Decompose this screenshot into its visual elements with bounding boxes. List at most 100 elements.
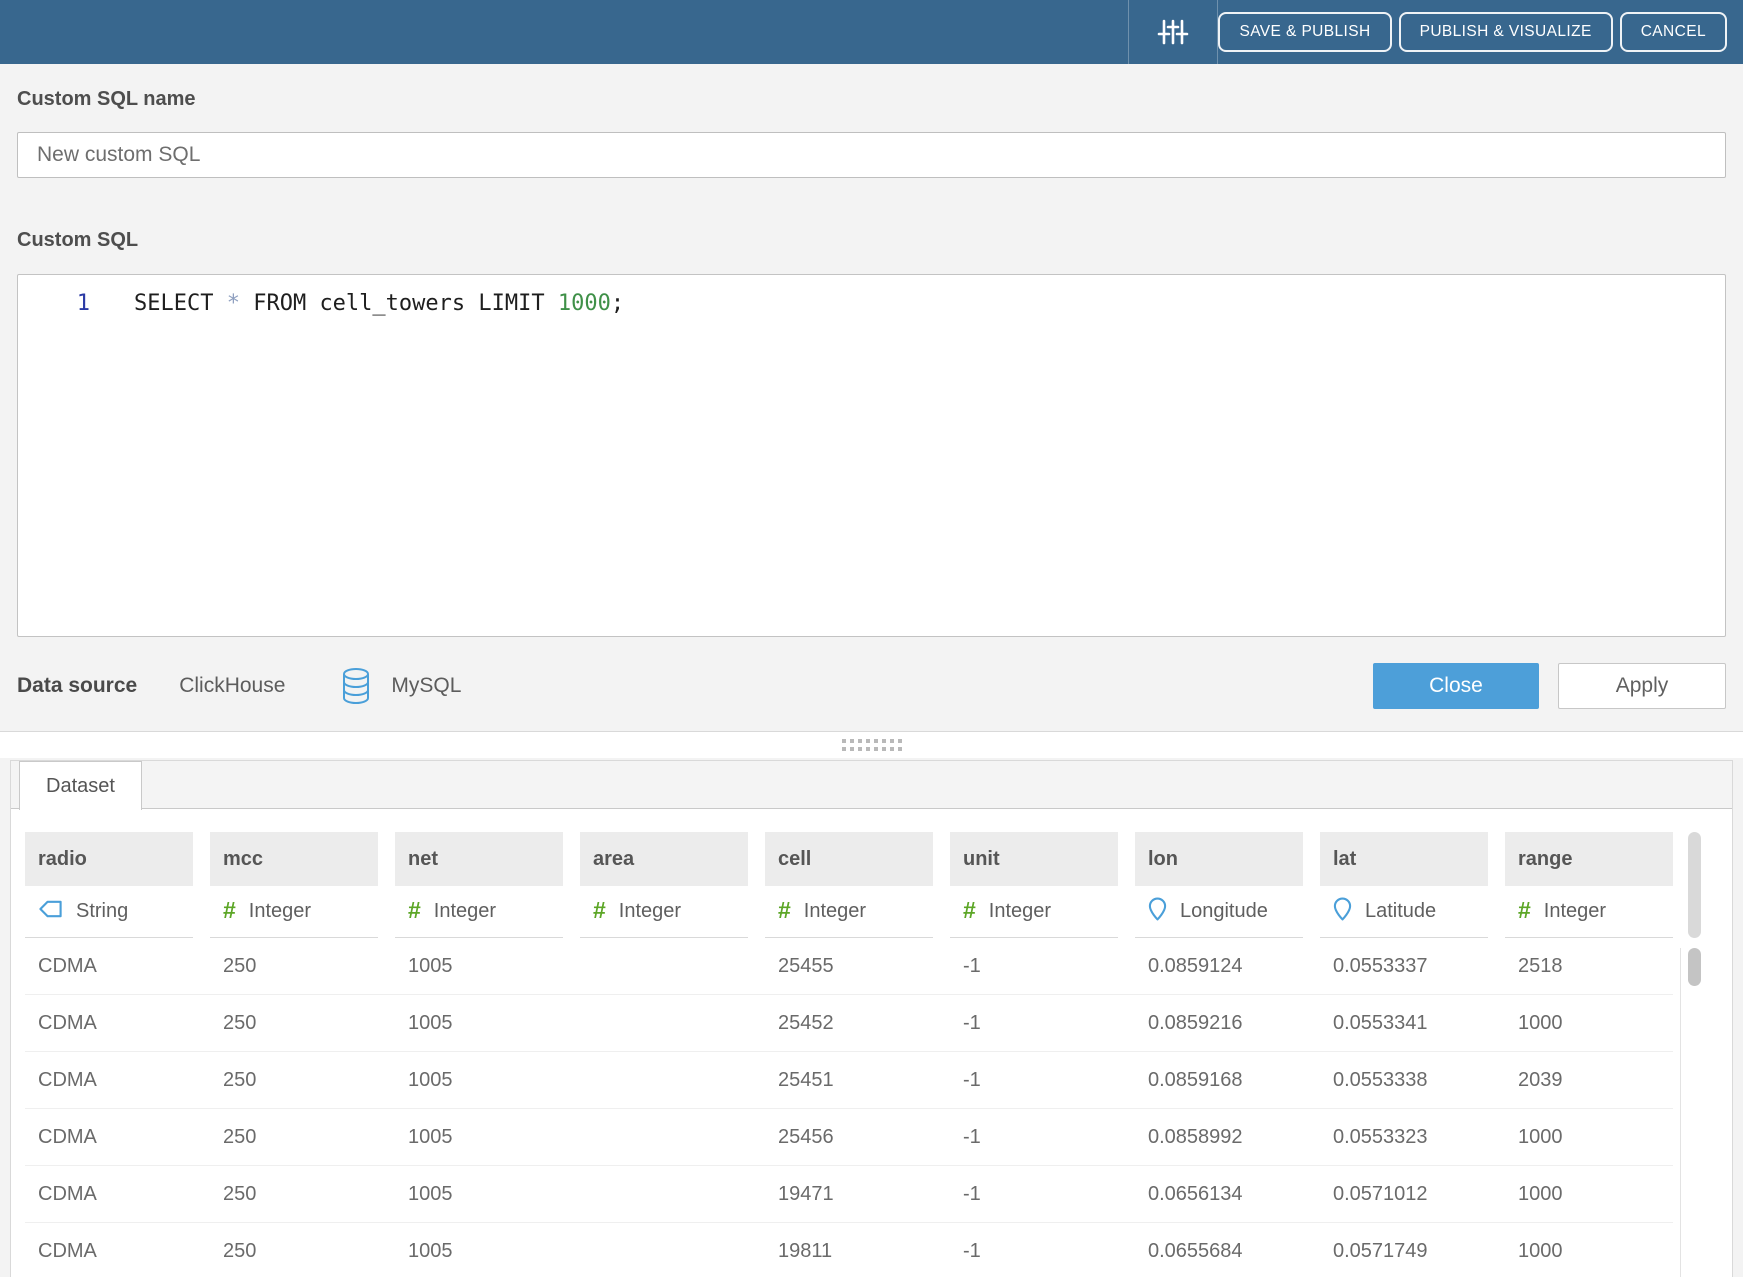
- table-cell: 0.0553337: [1320, 938, 1488, 994]
- sql-code: SELECT * FROM cell_towers LIMIT 1000;: [134, 289, 624, 319]
- column-type-label: Integer: [1544, 900, 1606, 923]
- table-right-edge: [1680, 948, 1681, 1277]
- datasource-mysql[interactable]: MySQL: [391, 674, 461, 698]
- table-cell: CDMA: [25, 938, 193, 994]
- column-type-label: Integer: [434, 900, 496, 923]
- data-source-row: Data source ClickHouse MySQL Close Apply: [17, 660, 1726, 711]
- dataset-panel: Dataset radio mccnetarea cell unitlonlatran…: [10, 760, 1733, 1277]
- table-scrollbar[interactable]: [1688, 832, 1701, 1277]
- close-button[interactable]: Close: [1373, 663, 1539, 709]
- table-cell: [580, 1223, 748, 1277]
- sliders-icon[interactable]: [1156, 15, 1190, 49]
- table-cell: [580, 995, 748, 1051]
- database-icon: [341, 667, 371, 705]
- data-source-label: Data source: [17, 674, 137, 698]
- column-header-radio[interactable]: radio: [25, 832, 193, 886]
- column-type-label: String: [76, 900, 128, 923]
- table-cell: CDMA: [25, 1223, 193, 1277]
- table-cell: 25455: [765, 938, 933, 994]
- table-cell: [580, 1166, 748, 1222]
- custom-sql-name-label: Custom SQL name: [17, 64, 1726, 113]
- table-cell: [580, 1109, 748, 1165]
- table-row: CDMA250100519811-10.06556840.05717491000: [25, 1223, 1673, 1277]
- table-cell: 0.0553323: [1320, 1109, 1488, 1165]
- table-row: CDMA250100525451-10.08591680.05533382039: [25, 1052, 1673, 1109]
- integer-type-icon: #: [408, 899, 421, 924]
- custom-sql-form: Custom SQL name Custom SQL 1 SELECT * FR…: [0, 64, 1743, 711]
- table-cell: CDMA: [25, 1052, 193, 1108]
- table-cell: -1: [950, 1052, 1118, 1108]
- cancel-button[interactable]: CANCEL: [1620, 12, 1727, 52]
- line-number: 1: [18, 289, 90, 319]
- table-cell: 1005: [395, 938, 563, 994]
- table-cell: CDMA: [25, 995, 193, 1051]
- column-type-label: Longitude: [1180, 900, 1268, 923]
- column-header-range[interactable]: range: [1505, 832, 1673, 886]
- column-header-lat[interactable]: lat: [1320, 832, 1488, 886]
- datasource-clickhouse[interactable]: ClickHouse: [179, 674, 285, 698]
- column-type-label: Integer: [989, 900, 1051, 923]
- table-row: CDMA250100525452-10.08592160.05533411000: [25, 995, 1673, 1052]
- custom-sql-name-input[interactable]: [17, 132, 1726, 178]
- column-header-unit[interactable]: unit: [950, 832, 1118, 886]
- table-row: CDMA250100525456-10.08589920.05533231000: [25, 1109, 1673, 1166]
- table-row: CDMA250100519471-10.06561340.05710121000: [25, 1166, 1673, 1223]
- table-cell: 0.0655684: [1135, 1223, 1303, 1277]
- save-publish-button[interactable]: SAVE & PUBLISH: [1218, 12, 1391, 52]
- table-cell: 0.0656134: [1135, 1166, 1303, 1222]
- integer-type-icon: #: [223, 899, 236, 924]
- table-cell: 0.0859168: [1135, 1052, 1303, 1108]
- column-header-lon[interactable]: lon: [1135, 832, 1303, 886]
- column-type-label: Integer: [249, 900, 311, 923]
- column-type-area[interactable]: #Integer: [580, 886, 748, 938]
- scrollbar-thumb[interactable]: [1688, 948, 1701, 986]
- table-cell: 250: [210, 1166, 378, 1222]
- table-cell: [580, 938, 748, 994]
- table-cell: 19471: [765, 1166, 933, 1222]
- publish-visualize-button[interactable]: PUBLISH & VISUALIZE: [1399, 12, 1613, 52]
- table-cell: 250: [210, 938, 378, 994]
- integer-type-icon: #: [778, 899, 791, 924]
- column-header-net[interactable]: net: [395, 832, 563, 886]
- scrollbar-header-block: [1688, 832, 1701, 938]
- table-row: CDMA250100525455-10.08591240.05533372518: [25, 938, 1673, 995]
- custom-sql-label: Custom SQL: [17, 178, 1726, 254]
- tab-dataset[interactable]: Dataset: [19, 761, 142, 810]
- column-type-lat[interactable]: Latitude: [1320, 886, 1488, 938]
- table-cell: 0.0858992: [1135, 1109, 1303, 1165]
- table-cell: 1005: [395, 1166, 563, 1222]
- column-type-net[interactable]: # Integer: [395, 886, 563, 938]
- table-cell: 1000: [1505, 1109, 1673, 1165]
- table-cell: 250: [210, 995, 378, 1051]
- table-cell: 1005: [395, 995, 563, 1051]
- geo-pin-icon: [1333, 896, 1352, 928]
- topbar-divider: [1128, 0, 1129, 64]
- column-type-range[interactable]: #Integer: [1505, 886, 1673, 938]
- table-cell: -1: [950, 1166, 1118, 1222]
- panel-splitter[interactable]: [0, 731, 1743, 758]
- column-type-radio[interactable]: String: [25, 886, 193, 938]
- column-type-unit[interactable]: #Integer: [950, 886, 1118, 938]
- column-type-mcc[interactable]: # Integer: [210, 886, 378, 938]
- column-type-lon[interactable]: Longitude: [1135, 886, 1303, 938]
- column-header-area[interactable]: area: [580, 832, 748, 886]
- column-type-label: Latitude: [1365, 900, 1436, 923]
- drag-handle-dots[interactable]: [842, 739, 902, 751]
- column-header-mcc[interactable]: mcc: [210, 832, 378, 886]
- table-cell: 0.0571012: [1320, 1166, 1488, 1222]
- table-cell: 25452: [765, 995, 933, 1051]
- table-cell: 0.0553341: [1320, 995, 1488, 1051]
- sql-editor-line: 1 SELECT * FROM cell_towers LIMIT 1000;: [18, 289, 1725, 319]
- table-cell: -1: [950, 1109, 1118, 1165]
- table-cell: 1005: [395, 1109, 563, 1165]
- sql-editor[interactable]: 1 SELECT * FROM cell_towers LIMIT 1000;: [17, 274, 1726, 637]
- table-cell: CDMA: [25, 1166, 193, 1222]
- table-cell: -1: [950, 938, 1118, 994]
- column-type-cell[interactable]: #Integer: [765, 886, 933, 938]
- table-cell: 2518: [1505, 938, 1673, 994]
- apply-button[interactable]: Apply: [1558, 663, 1726, 709]
- table-cell: 1000: [1505, 995, 1673, 1051]
- table-cell: CDMA: [25, 1109, 193, 1165]
- table-cell: -1: [950, 995, 1118, 1051]
- column-header-cell[interactable]: cell: [765, 832, 933, 886]
